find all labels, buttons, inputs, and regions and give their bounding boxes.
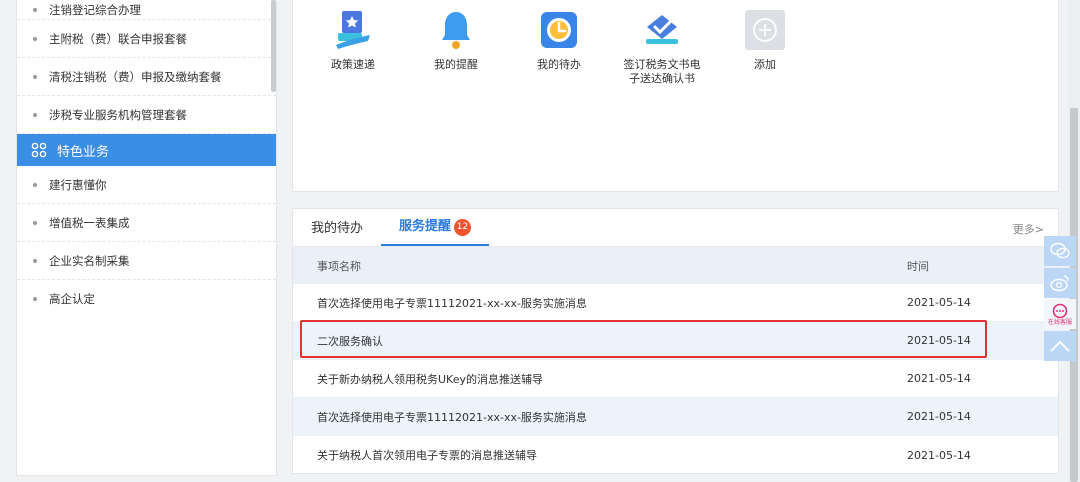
service-panel: 我的待办 服务提醒 12 更多> 事项名称 时间 首次选择使用电子专票111120… <box>292 208 1059 474</box>
headset-icon <box>1052 303 1068 318</box>
sidebar-item-ccb[interactable]: 建行惠懂你 <box>17 166 276 204</box>
sidebar-item-label: 增值税一表集成 <box>49 215 130 230</box>
sidebar-item-joint-declaration[interactable]: 主附税（费）联合申报套餐 <box>17 20 276 58</box>
sign-document-icon <box>640 8 684 52</box>
table-row[interactable]: 首次选择使用电子专票11112021-xx-xx-服务实施消息 2021-05-… <box>293 398 1058 436</box>
sidebar-item-label: 建行惠懂你 <box>49 177 107 192</box>
sidebar-item-high-tech[interactable]: 高企认定 <box>17 280 276 318</box>
row-time: 2021-05-14 <box>907 448 971 462</box>
sidebar-item-label: 高企认定 <box>49 292 95 306</box>
chevron-up-icon <box>1050 340 1070 352</box>
online-service-button[interactable]: 在线客服 <box>1044 299 1076 329</box>
back-to-top-button[interactable] <box>1044 331 1076 361</box>
sidebar-item-label: 清税注销税（费）申报及缴纳套餐 <box>49 69 222 84</box>
bullet-icon <box>33 74 37 79</box>
sidebar-group-special-business[interactable]: 特色业务 <box>17 134 276 166</box>
sidebar-group-label: 特色业务 <box>57 144 110 160</box>
plus-icon <box>743 8 787 52</box>
online-service-label: 在线客服 <box>1047 318 1072 326</box>
shortcut-add[interactable]: 添加 <box>715 8 815 72</box>
bullet-icon <box>33 36 37 41</box>
column-header-time: 时间 <box>907 259 929 273</box>
table-header: 事项名称 时间 <box>293 247 1058 284</box>
row-time: 2021-05-14 <box>907 296 971 309</box>
sidebar-item-vat-integration[interactable]: 增值税一表集成 <box>17 204 276 242</box>
row-name: 关于纳税人首次领用电子专票的消息推送辅导 <box>317 449 537 462</box>
row-time: 2021-05-14 <box>907 372 971 385</box>
table-row[interactable]: 首次选择使用电子专票11112021-xx-xx-服务实施消息 2021-05-… <box>293 284 1058 322</box>
shortcut-panel: 政策速递 我的提醒 我的待办 签订税务文书电子送达确认书 添加 <box>292 0 1059 192</box>
row-name: 首次选择使用电子专票11112021-xx-xx-服务实施消息 <box>317 410 587 424</box>
tab-my-todo[interactable]: 我的待办 <box>293 217 381 246</box>
shortcut-label: 添加 <box>754 58 776 71</box>
row-name: 关于新办纳税人领用税务UKey的消息推送辅导 <box>317 372 543 386</box>
shortcut-sign-document[interactable]: 签订税务文书电子送达确认书 <box>612 8 712 86</box>
sidebar-item-tax-agency[interactable]: 涉税专业服务机构管理套餐 <box>17 96 276 134</box>
policy-book-icon <box>331 8 375 52</box>
grid-icon <box>31 142 47 158</box>
sidebar-item-tax-clearance[interactable]: 清税注销税（费）申报及缴纳套餐 <box>17 58 276 96</box>
sidebar-item-label: 涉税专业服务机构管理套餐 <box>49 107 187 122</box>
bullet-icon <box>33 220 37 225</box>
weibo-button[interactable] <box>1044 268 1076 298</box>
bullet-icon <box>33 258 37 263</box>
column-header-name: 事项名称 <box>317 259 361 273</box>
shortcut-policy[interactable]: 政策速递 <box>303 8 403 72</box>
sidebar-item-label: 主附税（费）联合申报套餐 <box>49 31 187 46</box>
left-sidebar: 注销登记综合办理 主附税（费）联合申报套餐 清税注销税（费）申报及缴纳套餐 涉税… <box>16 0 277 476</box>
more-link[interactable]: 更多> <box>1013 221 1044 237</box>
shortcut-label: 政策速递 <box>331 58 375 71</box>
sidebar-item-real-name[interactable]: 企业实名制采集 <box>17 242 276 280</box>
table-row[interactable]: 关于纳税人首次领用电子专票的消息推送辅导 2021-05-14 <box>293 436 1058 474</box>
row-time: 2021-05-14 <box>907 334 971 347</box>
sidebar-item-cancel-registration[interactable]: 注销登记综合办理 <box>17 0 276 20</box>
panel-tabs: 我的待办 服务提醒 12 更多> <box>293 209 1058 247</box>
table-row[interactable]: 关于新办纳税人领用税务UKey的消息推送辅导 2021-05-14 <box>293 360 1058 398</box>
row-name: 首次选择使用电子专票11112021-xx-xx-服务实施消息 <box>317 296 587 310</box>
shortcut-reminder[interactable]: 我的提醒 <box>406 8 506 72</box>
bullet-icon <box>33 7 37 12</box>
wechat-icon <box>1050 242 1070 259</box>
sidebar-item-label: 注销登记综合办理 <box>49 2 141 17</box>
row-time: 2021-05-14 <box>907 410 971 423</box>
bell-icon <box>434 8 478 52</box>
shortcut-label: 我的提醒 <box>434 58 478 71</box>
count-badge: 12 <box>454 219 472 236</box>
bullet-icon <box>33 297 37 301</box>
wechat-button[interactable] <box>1044 236 1076 266</box>
shortcut-todo[interactable]: 我的待办 <box>509 8 609 72</box>
shortcut-label: 我的待办 <box>537 58 581 71</box>
tab-label: 我的待办 <box>311 221 364 236</box>
bullet-icon <box>33 112 37 117</box>
table-row[interactable]: 二次服务确认 2021-05-14 <box>293 322 1058 360</box>
weibo-icon <box>1050 275 1069 292</box>
sidebar-item-label: 企业实名制采集 <box>49 253 130 268</box>
clock-icon <box>537 8 581 52</box>
row-name: 二次服务确认 <box>317 334 383 348</box>
sidebar-scrollbar[interactable] <box>271 0 276 92</box>
bullet-icon <box>33 182 37 187</box>
tab-label: 服务提醒 <box>399 219 452 234</box>
tab-service-reminder[interactable]: 服务提醒 12 <box>381 215 490 246</box>
shortcut-label: 签订税务文书电子送达确认书 <box>623 58 701 85</box>
